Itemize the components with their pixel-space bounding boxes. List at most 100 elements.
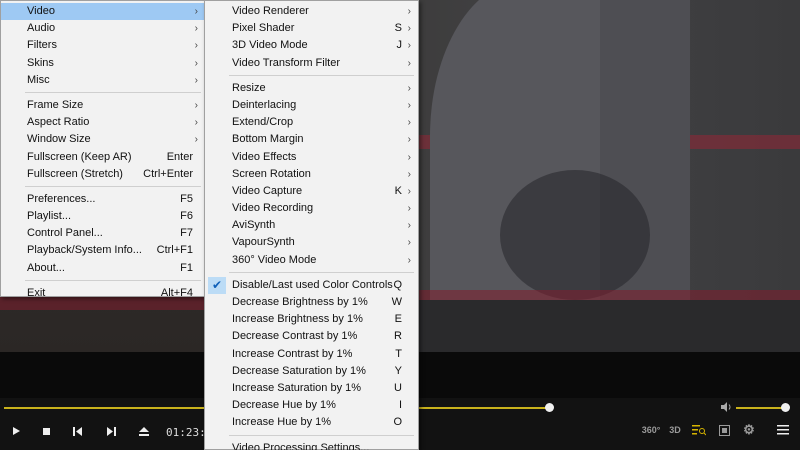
menu-item-label: Decrease Contrast by 1% [232, 330, 358, 343]
360-icon: 360° [641, 425, 661, 435]
menu-item-increase-brightness[interactable]: Increase Brightness by 1% E [205, 311, 418, 328]
menu-item-decrease-saturation[interactable]: Decrease Saturation by 1% Y [205, 363, 418, 380]
frame-icon [718, 424, 730, 436]
menu-item-video-recording[interactable]: Video Recording › [205, 200, 418, 217]
menu-item-pixel-shader[interactable]: Pixel Shader S › [205, 20, 418, 37]
next-button[interactable] [100, 422, 122, 440]
menu-item-decrease-brightness[interactable]: Decrease Brightness by 1% W [205, 294, 418, 311]
menu-item-frame-size[interactable]: Frame Size › [1, 97, 205, 114]
menu-item-increase-saturation[interactable]: Increase Saturation by 1% U [205, 380, 418, 397]
menu-item-disable-color-controls[interactable]: ✔ Disable/Last used Color Controls Q [205, 276, 418, 294]
menu-item-playback-info[interactable]: Playback/System Info... Ctrl+F1 [1, 242, 205, 259]
previous-button[interactable] [67, 422, 89, 440]
chevron-right-icon: › [407, 237, 411, 249]
menu-item-extend-crop[interactable]: Extend/Crop › [205, 114, 418, 131]
menu-item-aspect-ratio[interactable]: Aspect Ratio › [1, 114, 205, 131]
menu-item-shortcut: U [394, 381, 402, 394]
seek-handle[interactable] [545, 403, 554, 412]
stop-button[interactable] [35, 422, 57, 440]
menu-item-bottom-margin[interactable]: Bottom Margin › [205, 131, 418, 148]
menu-item-360-video-mode[interactable]: 360° Video Mode › [205, 252, 418, 269]
chevron-right-icon: › [407, 254, 411, 266]
menu-item-shortcut: O [393, 416, 402, 429]
360-video-button[interactable]: 360° [641, 422, 661, 438]
chevron-right-icon: › [407, 6, 411, 17]
menu-item-label: Video Processing Settings... [232, 441, 370, 450]
playlist-search-button[interactable] [691, 422, 707, 438]
menu-item-screen-rotation[interactable]: Screen Rotation › [205, 166, 418, 183]
menu-item-shortcut: Q [393, 278, 402, 291]
volume-handle[interactable] [781, 403, 790, 412]
menu-item-audio[interactable]: Audio › [1, 20, 205, 37]
menu-separator [229, 271, 414, 273]
menu-item-label: Control Panel... [27, 227, 103, 240]
menu-item-shortcut: Alt+F4 [160, 286, 193, 299]
menu-item-video-renderer[interactable]: Video Renderer › [205, 3, 418, 20]
menu-item-video-effects[interactable]: Video Effects › [205, 149, 418, 166]
menu-item-misc[interactable]: Misc › [1, 72, 205, 89]
chevron-right-icon: › [407, 134, 411, 146]
menu-item-about[interactable]: About... F1 [1, 260, 205, 277]
menu-item-video[interactable]: Video › [1, 3, 205, 21]
chevron-right-icon: › [194, 134, 198, 146]
menu-item-video-transform-filter[interactable]: Video Transform Filter › [205, 55, 418, 72]
menu-item-video-capture[interactable]: Video Capture K › [205, 183, 418, 200]
menu-item-shortcut: T [395, 347, 402, 360]
chevron-right-icon: › [194, 40, 198, 52]
menu-item-vapoursynth[interactable]: VapourSynth › [205, 234, 418, 251]
menu-item-fullscreen-stretch[interactable]: Fullscreen (Stretch) Ctrl+Enter [1, 166, 205, 183]
video-shadow [500, 170, 650, 300]
menu-item-increase-contrast[interactable]: Increase Contrast by 1% T [205, 346, 418, 363]
capture-button[interactable] [716, 422, 732, 438]
menu-item-label: Bottom Margin [232, 133, 304, 146]
menu-item-decrease-hue[interactable]: Decrease Hue by 1% I [205, 397, 418, 414]
menu-item-label: Decrease Brightness by 1% [232, 296, 368, 308]
checkmark-icon: ✔ [208, 276, 226, 294]
menu-item-shortcut: Ctrl+Enter [143, 167, 193, 180]
eject-button[interactable] [133, 422, 155, 440]
menu-item-decrease-contrast[interactable]: Decrease Contrast by 1% R [205, 328, 418, 345]
menu-item-resize[interactable]: Resize › [205, 80, 418, 97]
chevron-right-icon: › [194, 23, 198, 35]
play-button[interactable] [5, 422, 27, 440]
menu-item-label: Exit [27, 286, 46, 299]
volume-slider[interactable] [736, 407, 784, 409]
menu-item-preferences[interactable]: Preferences... F5 [1, 191, 205, 208]
3d-video-button[interactable]: 3D [667, 422, 683, 438]
menu-item-fullscreen-keep-ar[interactable]: Fullscreen (Keep AR) Enter [1, 149, 205, 166]
menu-item-window-size[interactable]: Window Size › [1, 131, 205, 148]
menu-item-label: Video Renderer [232, 5, 309, 17]
chevron-right-icon: › [407, 151, 411, 163]
menu-item-shortcut: F6 [180, 210, 193, 223]
menu-item-shortcut: K [394, 184, 402, 197]
video-submenu: Video Renderer › Pixel Shader S › 3D Video … [204, 0, 419, 450]
menu-item-control-panel[interactable]: Control Panel... F7 [1, 225, 205, 242]
menu-item-shortcut: F7 [180, 227, 193, 240]
chevron-right-icon: › [407, 220, 411, 232]
menu-item-deinterlacing[interactable]: Deinterlacing › [205, 97, 418, 114]
menu-item-label: Misc [27, 73, 50, 86]
chevron-right-icon: › [407, 185, 411, 197]
menu-item-skins[interactable]: Skins › [1, 55, 205, 72]
settings-button[interactable]: ⚙ [741, 422, 757, 438]
3d-icon: 3D [669, 425, 681, 435]
playlist-search-icon [692, 425, 706, 436]
menu-item-label: 3D Video Mode [232, 39, 308, 52]
volume-icon[interactable] [720, 401, 734, 415]
menu-item-label: Extend/Crop [232, 116, 294, 129]
menu-item-filters[interactable]: Filters › [1, 37, 205, 54]
menu-separator [25, 279, 201, 281]
menu-item-label: Frame Size [27, 98, 84, 111]
menu-item-avisynth[interactable]: AviSynth › [205, 217, 418, 234]
menu-button[interactable] [775, 422, 791, 438]
menu-item-label: Video [27, 5, 55, 17]
menu-item-exit[interactable]: Exit Alt+F4 [1, 285, 205, 302]
menu-separator [25, 185, 201, 187]
menu-item-increase-hue[interactable]: Increase Hue by 1% O [205, 414, 418, 431]
hamburger-icon [777, 425, 789, 435]
menu-item-3d-video-mode[interactable]: 3D Video Mode J › [205, 37, 418, 54]
menu-item-video-processing-settings[interactable]: Video Processing Settings... [205, 440, 418, 450]
menu-item-playlist[interactable]: Playlist... F6 [1, 208, 205, 225]
menu-item-label: Fullscreen (Keep AR) [27, 150, 132, 163]
menu-item-shortcut: J [396, 39, 403, 52]
